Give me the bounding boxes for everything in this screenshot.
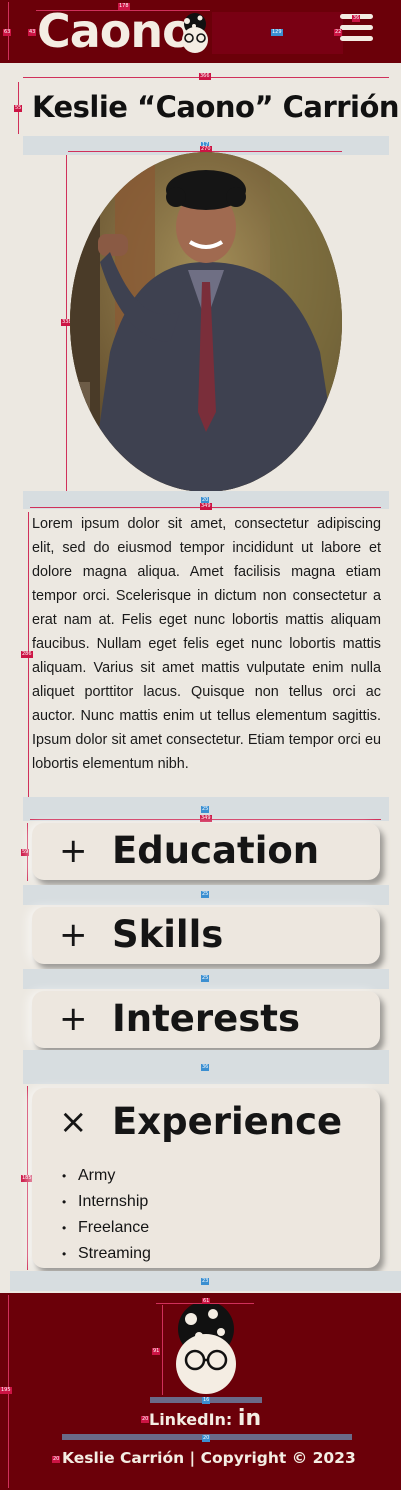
measure-tag: 349 — [200, 503, 212, 510]
linkedin-link[interactable]: LinkedIn: in — [149, 1406, 261, 1431]
accordion-label: Skills — [112, 913, 224, 956]
measure-tag: 63 — [3, 29, 12, 36]
measure-tag: 23 — [201, 1278, 210, 1285]
measure-tag: 366 — [199, 73, 211, 80]
plus-icon: + — [59, 915, 88, 955]
site-logo[interactable]: Caono — [37, 6, 194, 56]
measure-tag: 129 — [271, 29, 283, 36]
accordion-interests[interactable]: + Interests — [32, 991, 380, 1048]
page-title: Keslie “Caono” Carrión — [32, 90, 400, 124]
measure-tag: 349 — [200, 815, 212, 822]
list-item: Freelance — [62, 1215, 151, 1241]
measure-tag: 36 — [201, 1064, 210, 1071]
measure-tag: 20 — [202, 1435, 211, 1442]
copyright-text: Keslie Carrión | Copyright © 2023 — [62, 1449, 356, 1467]
measure-tag: 36 — [352, 15, 361, 22]
accordion-label: Experience — [112, 1100, 343, 1143]
measure-tag: 20 — [52, 1456, 61, 1463]
plus-icon: + — [59, 999, 88, 1039]
measure-tag: 91 — [152, 1348, 161, 1355]
plus-icon: + — [59, 831, 88, 871]
measure-tag: 43 — [28, 29, 37, 36]
bio-paragraph: Lorem ipsum dolor sit amet, consectetur … — [32, 516, 381, 772]
portrait-image — [70, 152, 342, 492]
accordion-skills[interactable]: + Skills — [32, 907, 380, 964]
guide-line — [162, 1305, 163, 1395]
measure-tag: 178 — [118, 3, 130, 10]
logo-face-icon — [182, 13, 208, 53]
profile-photo — [70, 152, 342, 492]
measure-tag: 25 — [201, 891, 210, 898]
measure-tag: 286 — [21, 651, 33, 658]
list-item: Army — [62, 1163, 151, 1189]
measure-tag: 16 — [202, 1397, 211, 1404]
accordion-label: Interests — [112, 997, 300, 1040]
accordion-education[interactable]: + Education — [32, 823, 380, 880]
close-icon: × — [59, 1102, 88, 1142]
linkedin-label: LinkedIn: — [149, 1410, 233, 1429]
measure-tag: 22 — [334, 29, 343, 36]
measure-tag: 195 — [0, 1387, 12, 1394]
footer-face-icon — [176, 1304, 236, 1394]
measure-tag: 25 — [201, 975, 210, 982]
linkedin-icon[interactable]: in — [238, 1406, 261, 1431]
experience-list: Army Internship Freelance Streaming — [62, 1163, 151, 1267]
measure-tag: 185 — [21, 1175, 33, 1182]
measure-tag: 25 — [201, 806, 210, 813]
accordion-label: Education — [112, 829, 320, 872]
accordion-experience[interactable]: × Experience Army Internship Freelance S… — [32, 1088, 380, 1268]
measure-tag: 59 — [21, 849, 30, 856]
list-item: Streaming — [62, 1241, 151, 1267]
guide-line — [36, 10, 210, 11]
list-item: Internship — [62, 1189, 151, 1215]
measure-tag: 55 — [14, 105, 23, 112]
